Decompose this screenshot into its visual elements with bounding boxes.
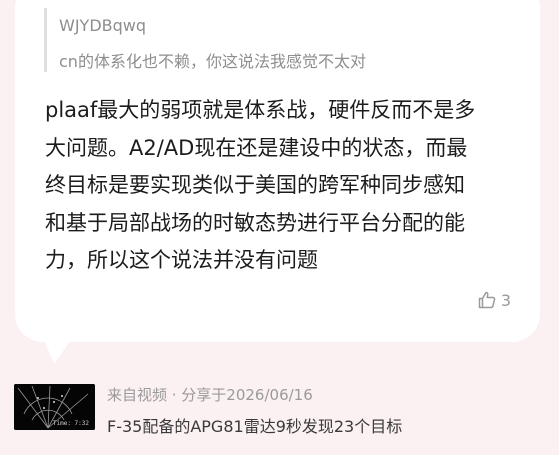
like-count: 3: [500, 290, 511, 310]
comment-body-line: 力，所以这个说法并没有问题: [45, 248, 318, 272]
thumbnail-caption: Time: 7:32: [52, 420, 89, 427]
quoted-text: cn的体系化也不赖，你这说法我感觉不太对: [59, 52, 366, 71]
comment-bubble-tail: [40, 330, 78, 364]
comment-body-line: 大问题。A2/AD现在还是建设中的状态，而最: [45, 135, 468, 160]
comment-body-line: 和基于局部战场的时敏态势进行平台分配的能: [45, 210, 465, 235]
comment-body-line: plaaf最大的弱项就是体系战，硬件反而不是多: [45, 98, 476, 122]
source-meta: 来自视频 · 分享于2026/06/16: [107, 386, 313, 404]
video-thumbnail[interactable]: Time: 7:32: [14, 384, 95, 430]
source-video-title[interactable]: F-35配备的APG81雷达9秒发现23个目标: [107, 413, 402, 437]
quoted-reply[interactable]: WJYDBqwq cn的体系化也不赖，你这说法我感觉不太对: [44, 8, 504, 72]
thumbs-up-icon: [477, 290, 497, 310]
like-button[interactable]: 3: [477, 290, 511, 310]
quoted-author[interactable]: WJYDBqwq: [59, 16, 146, 35]
comment-body-line: 终目标是要实现类似于美国的跨军种同步感知: [45, 173, 465, 197]
source-video-card[interactable]: Time: 7:32 来自视频 · 分享于2026/06/16 F-35配备的A…: [14, 384, 544, 436]
comment-body: plaaf最大的弱项就是体系战，硬件反而不是多 大问题。A2/AD现在还是建设中…: [45, 92, 515, 280]
comment-page: WJYDBqwq cn的体系化也不赖，你这说法我感觉不太对 plaaf最大的弱项…: [0, 0, 559, 455]
